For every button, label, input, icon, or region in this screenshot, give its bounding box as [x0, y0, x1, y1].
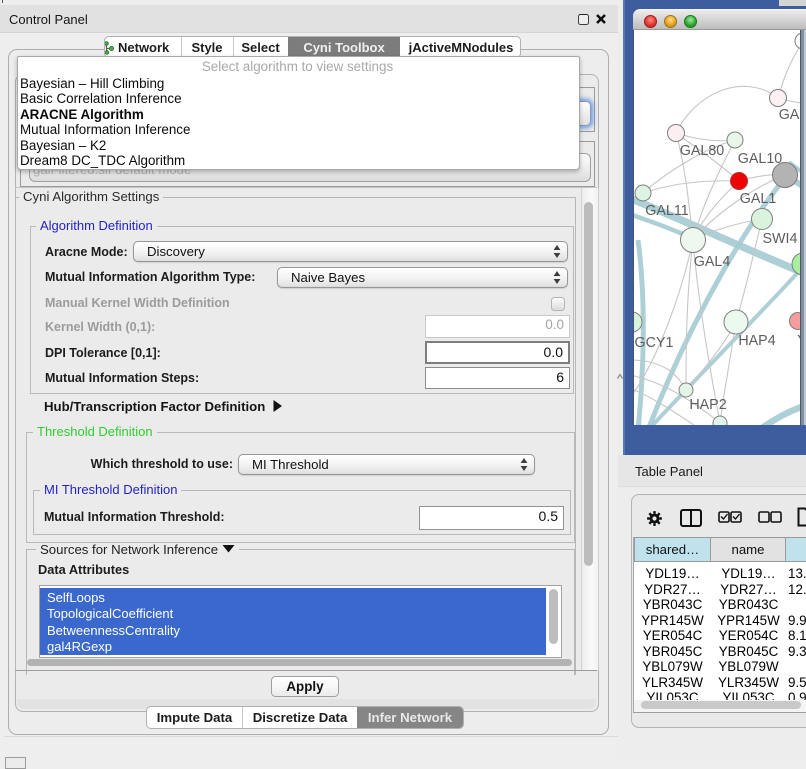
svg-text:SWI4: SWI4: [763, 231, 798, 247]
svg-text:HAP4: HAP4: [738, 333, 775, 349]
svg-text:GAL11: GAL11: [645, 203, 688, 219]
svg-text:GCY1: GCY1: [635, 335, 674, 351]
svg-text:GAL1: GAL1: [740, 191, 777, 207]
svg-text:GAL80: GAL80: [680, 143, 725, 159]
svg-text:GAL10: GAL10: [738, 151, 783, 167]
svg-text:HAP2: HAP2: [689, 397, 726, 413]
svg-text:GAL4: GAL4: [694, 254, 731, 270]
svg-text:GAL: GAL: [779, 107, 800, 123]
